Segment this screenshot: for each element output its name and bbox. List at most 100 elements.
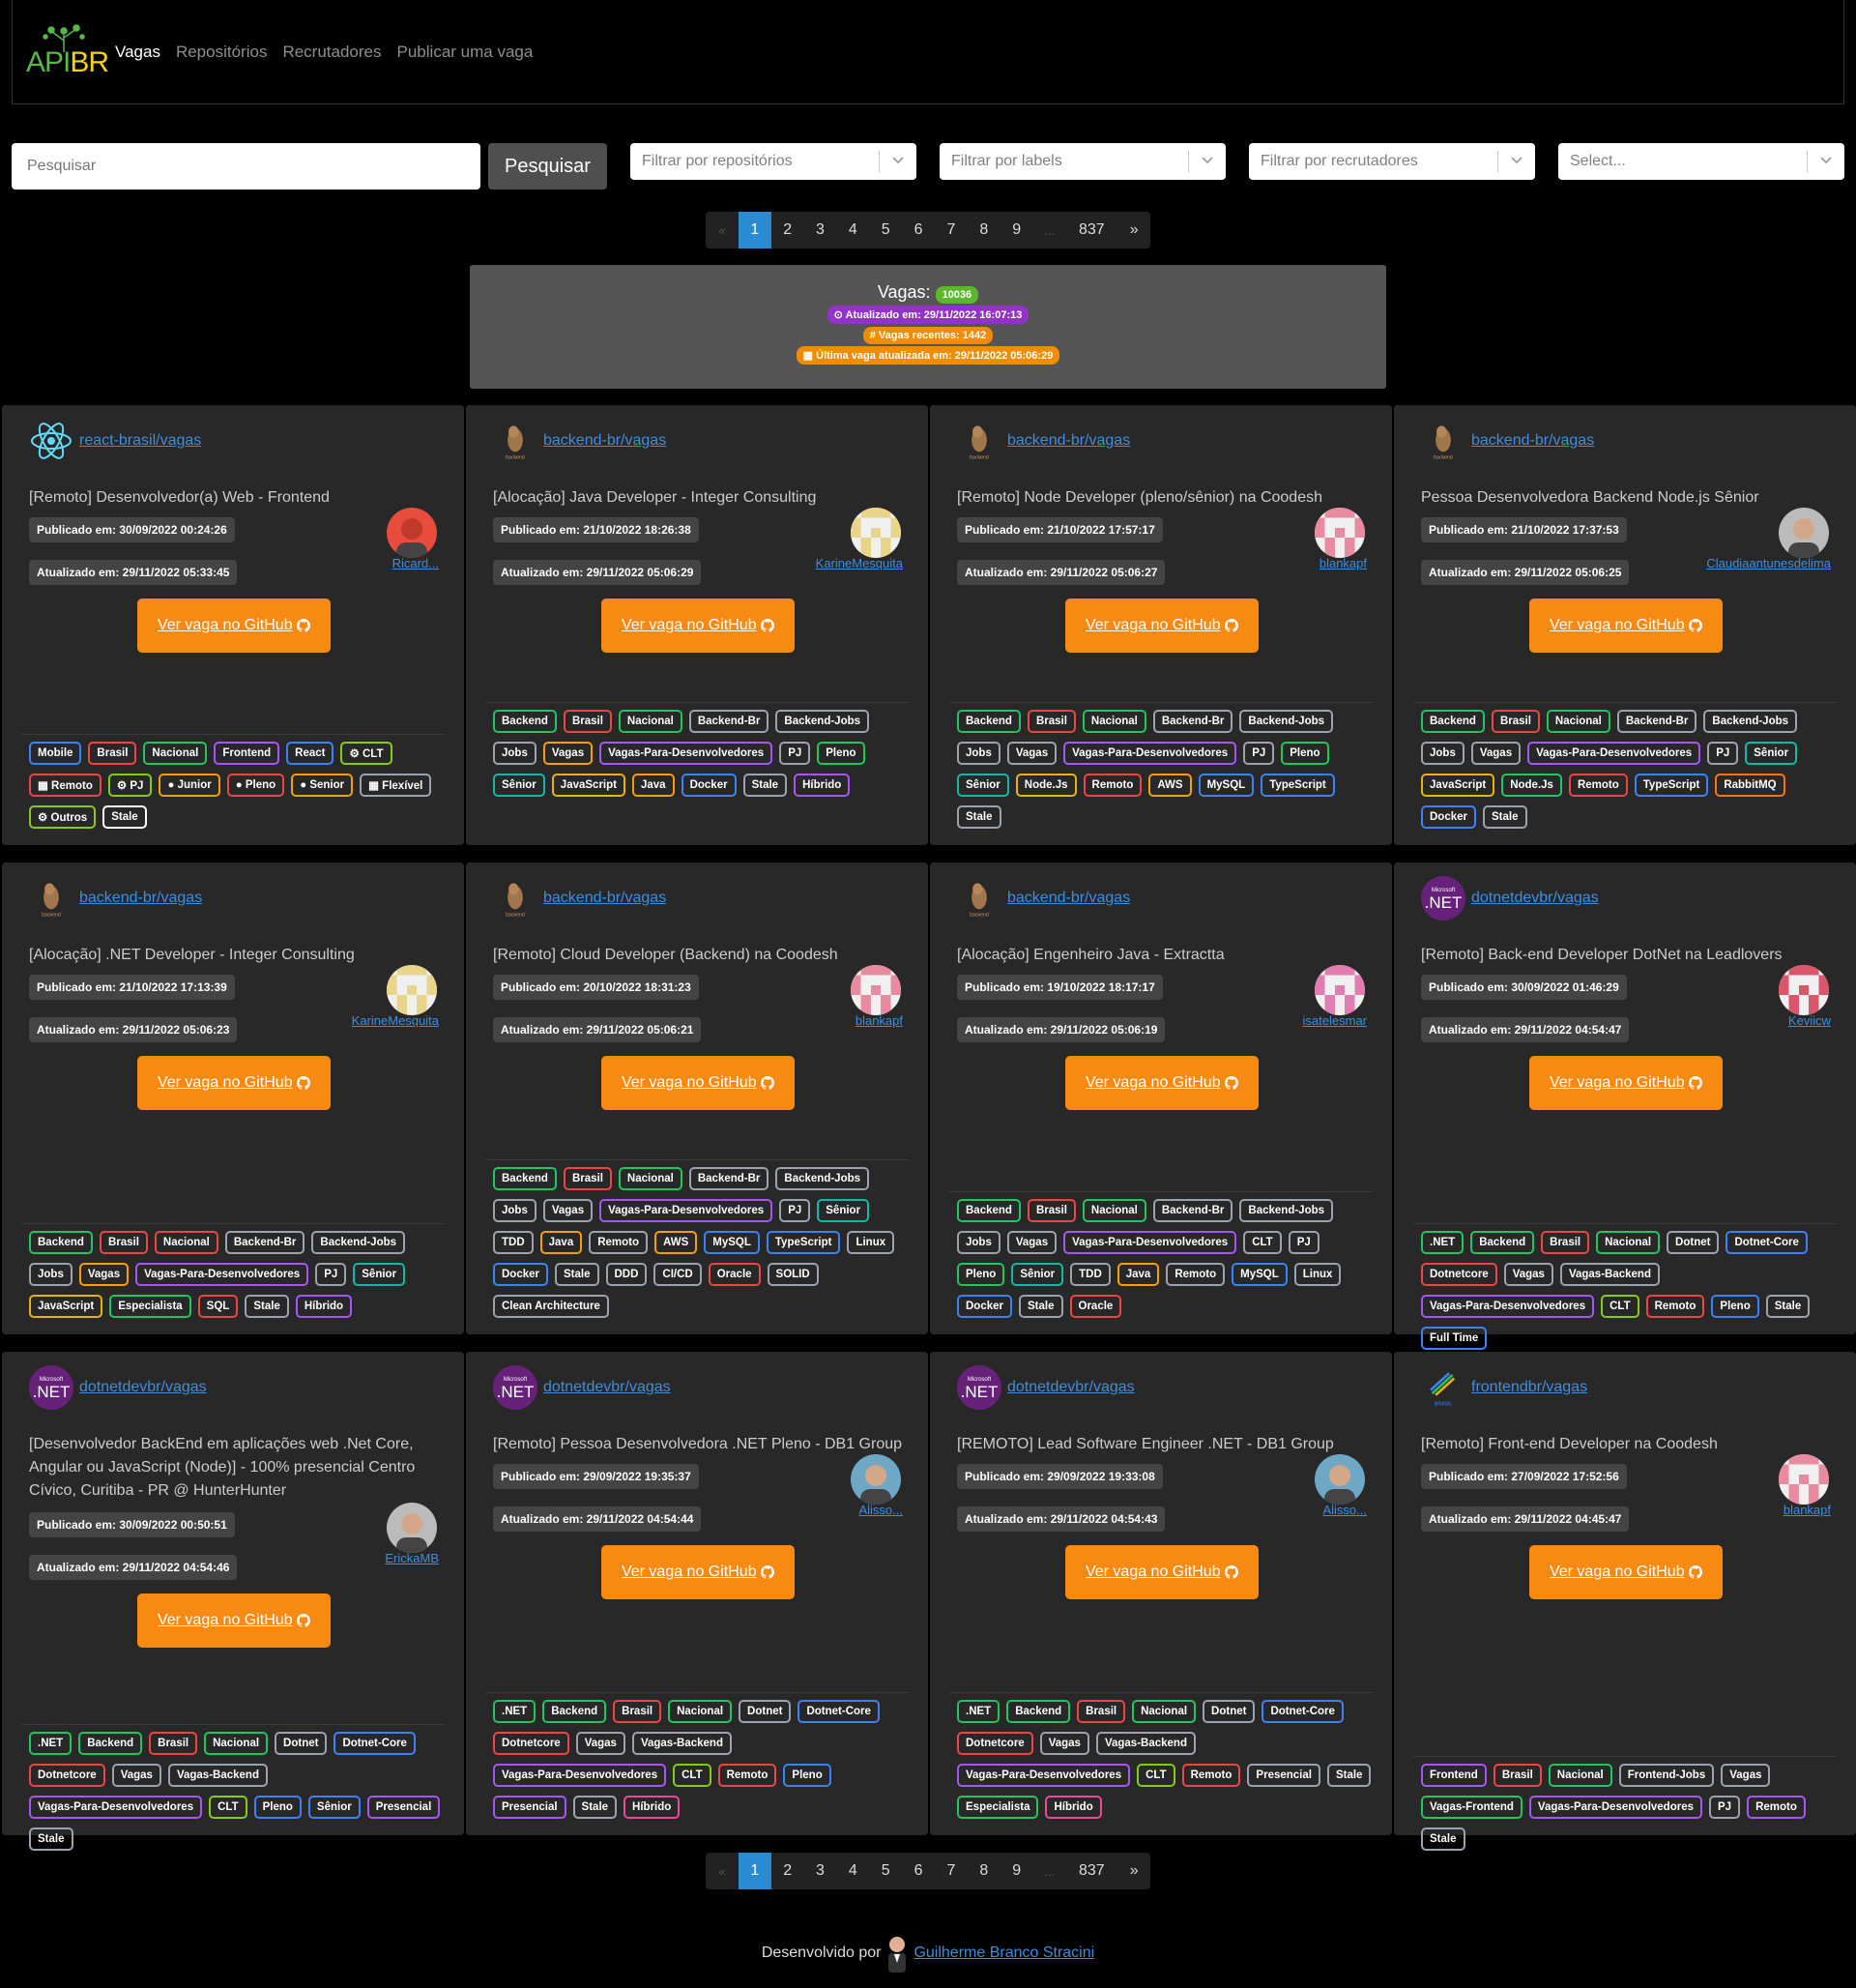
tag[interactable]: Vagas-Para-Desenvolvedores xyxy=(29,1796,203,1819)
recruiter-link[interactable]: blankapf xyxy=(1320,556,1367,570)
page-2[interactable]: 2 xyxy=(771,212,804,248)
tag[interactable]: Nacional xyxy=(668,1700,733,1723)
tag[interactable]: .NET xyxy=(29,1732,72,1755)
repo-link[interactable]: dotnetdevbr/vagas xyxy=(1471,890,1599,907)
tag[interactable]: Dotnet xyxy=(1667,1231,1720,1254)
tag[interactable]: Vagas xyxy=(1721,1764,1771,1787)
tag[interactable]: CI/CD xyxy=(653,1263,702,1286)
tag[interactable]: Vagas xyxy=(1039,1732,1089,1755)
tag[interactable]: Node.Js xyxy=(1015,774,1077,797)
tag[interactable]: Backend-Jobs xyxy=(1239,710,1334,733)
tag[interactable]: Java xyxy=(631,774,675,797)
tag[interactable]: Vagas-Para-Desenvolvedores xyxy=(1421,1295,1595,1318)
tag[interactable]: Dotnet-Core xyxy=(1262,1700,1344,1723)
recruiter-link[interactable]: Alisso... xyxy=(1322,1503,1367,1517)
author-link[interactable]: Guilherme Branco Stracini xyxy=(914,1944,1094,1962)
tag[interactable]: Vagas-Para-Desenvolvedores xyxy=(1527,742,1701,765)
repo-link[interactable]: frontendbr/vagas xyxy=(1471,1379,1587,1396)
recruiter-avatar[interactable] xyxy=(1779,1454,1829,1505)
recruiter-link[interactable]: Claudiaantunesdelima xyxy=(1706,556,1831,570)
tag[interactable]: Dotnet xyxy=(739,1700,792,1723)
page-3[interactable]: 3 xyxy=(804,1853,837,1889)
search-button[interactable]: Pesquisar xyxy=(488,143,607,190)
tag[interactable]: Jobs xyxy=(493,1199,536,1222)
page-5[interactable]: 5 xyxy=(869,212,902,248)
tag[interactable]: Vagas xyxy=(1503,1263,1553,1286)
tag[interactable]: PJ xyxy=(1709,1796,1741,1819)
tag[interactable]: Vagas xyxy=(1006,742,1058,765)
tag[interactable]: Presencial xyxy=(366,1796,441,1819)
page-8[interactable]: 8 xyxy=(968,212,1000,248)
recruiter-link[interactable]: KarineMesquita xyxy=(816,556,903,570)
tag[interactable]: Dotnet xyxy=(275,1732,328,1755)
view-on-github-button[interactable]: Ver vaga no GitHub xyxy=(137,1056,331,1110)
repo-link[interactable]: backend-br/vagas xyxy=(1007,432,1130,450)
tag[interactable]: Vagas-Para-Desenvolvedores xyxy=(135,1263,309,1286)
tag[interactable]: Stale xyxy=(1326,1764,1372,1787)
generic-select[interactable]: Select... xyxy=(1558,143,1844,180)
recruiter-link[interactable]: isatelesmar xyxy=(1303,1013,1367,1028)
tag[interactable]: Híbrido xyxy=(295,1295,353,1318)
page-9[interactable]: 9 xyxy=(1000,212,1033,248)
tag[interactable]: Vagas-Para-Desenvolvedores xyxy=(1063,742,1237,765)
tag[interactable]: Clean Architecture xyxy=(493,1295,609,1318)
apibr-logo[interactable]: APIBR xyxy=(24,23,109,81)
view-on-github-button[interactable]: Ver vaga no GitHub xyxy=(1065,1545,1259,1599)
search-input[interactable]: Pesquisar xyxy=(12,143,480,190)
tag[interactable]: Brasil xyxy=(149,1732,198,1755)
tag[interactable]: Vagas xyxy=(542,1199,594,1222)
tag[interactable]: Brasil xyxy=(563,1167,612,1190)
tag[interactable]: TypeScript xyxy=(1634,774,1709,797)
tag[interactable]: PJ xyxy=(315,1263,347,1286)
tag[interactable]: Brasil xyxy=(1491,710,1540,733)
repo-link[interactable]: dotnetdevbr/vagas xyxy=(543,1379,671,1396)
tag[interactable]: Sênior xyxy=(1745,742,1798,765)
page-3[interactable]: 3 xyxy=(804,212,837,248)
tag[interactable]: Nacional xyxy=(1082,710,1146,733)
page-6[interactable]: 6 xyxy=(902,212,935,248)
tag[interactable]: Vagas xyxy=(1006,1231,1058,1254)
tag[interactable]: Stale xyxy=(245,1295,289,1318)
recruiter-avatar[interactable] xyxy=(1315,508,1365,558)
tag[interactable]: Frontend-Jobs xyxy=(1618,1764,1715,1787)
tag[interactable]: JavaScript xyxy=(551,774,625,797)
tag[interactable]: Vagas-Para-Desenvolvedores xyxy=(599,742,773,765)
tag[interactable]: ⚙ CLT xyxy=(340,742,392,765)
tag[interactable]: Remoto xyxy=(1181,1764,1241,1787)
tag[interactable]: Sênior xyxy=(817,1199,870,1222)
tag[interactable]: Stale xyxy=(1765,1295,1811,1318)
tag[interactable]: Node.Js xyxy=(1501,774,1562,797)
page-9[interactable]: 9 xyxy=(1000,1853,1033,1889)
tag[interactable]: Nacional xyxy=(1596,1231,1661,1254)
tag[interactable]: CLT xyxy=(1137,1764,1175,1787)
tag[interactable]: Java xyxy=(539,1231,583,1254)
tag[interactable]: Jobs xyxy=(957,1231,1000,1254)
view-on-github-button[interactable]: Ver vaga no GitHub xyxy=(1529,1545,1723,1599)
tag[interactable]: Vagas-Backend xyxy=(1095,1732,1196,1755)
tag[interactable]: Linux xyxy=(847,1231,895,1254)
tag[interactable]: Backend xyxy=(542,1700,607,1723)
tag[interactable]: MySQL xyxy=(704,1231,760,1254)
tag[interactable]: Remoto xyxy=(1747,1796,1806,1819)
recruiter-link[interactable]: Keviicw xyxy=(1788,1013,1831,1028)
tag[interactable]: CLT xyxy=(673,1764,711,1787)
tag[interactable]: Sênior xyxy=(307,1796,361,1819)
tag[interactable]: Nacional xyxy=(204,1732,269,1755)
tag[interactable]: ▦ Remoto xyxy=(29,774,102,797)
tag[interactable]: Dotnetcore xyxy=(957,1732,1033,1755)
tag[interactable]: Híbrido xyxy=(1045,1796,1102,1819)
tag[interactable]: Sênior xyxy=(957,774,1009,797)
tag[interactable]: Docker xyxy=(1421,805,1476,829)
filter-repositorios-select[interactable]: Filtrar por repositórios xyxy=(630,143,916,180)
recruiter-link[interactable]: blankapf xyxy=(1784,1503,1831,1517)
view-on-github-button[interactable]: Ver vaga no GitHub xyxy=(137,1593,331,1648)
tag[interactable]: Remoto xyxy=(1166,1263,1226,1286)
tag[interactable]: Java xyxy=(1116,1263,1160,1286)
tag[interactable]: Dotnetcore xyxy=(29,1764,105,1787)
tag[interactable]: Brasil xyxy=(88,742,137,765)
tag[interactable]: AWS xyxy=(1148,774,1192,797)
tag[interactable]: ▦ Flexível xyxy=(360,774,432,797)
tag[interactable]: Presencial xyxy=(1247,1764,1320,1787)
tag[interactable]: Backend-Br xyxy=(1152,1199,1233,1222)
recruiter-avatar[interactable] xyxy=(1779,965,1829,1015)
